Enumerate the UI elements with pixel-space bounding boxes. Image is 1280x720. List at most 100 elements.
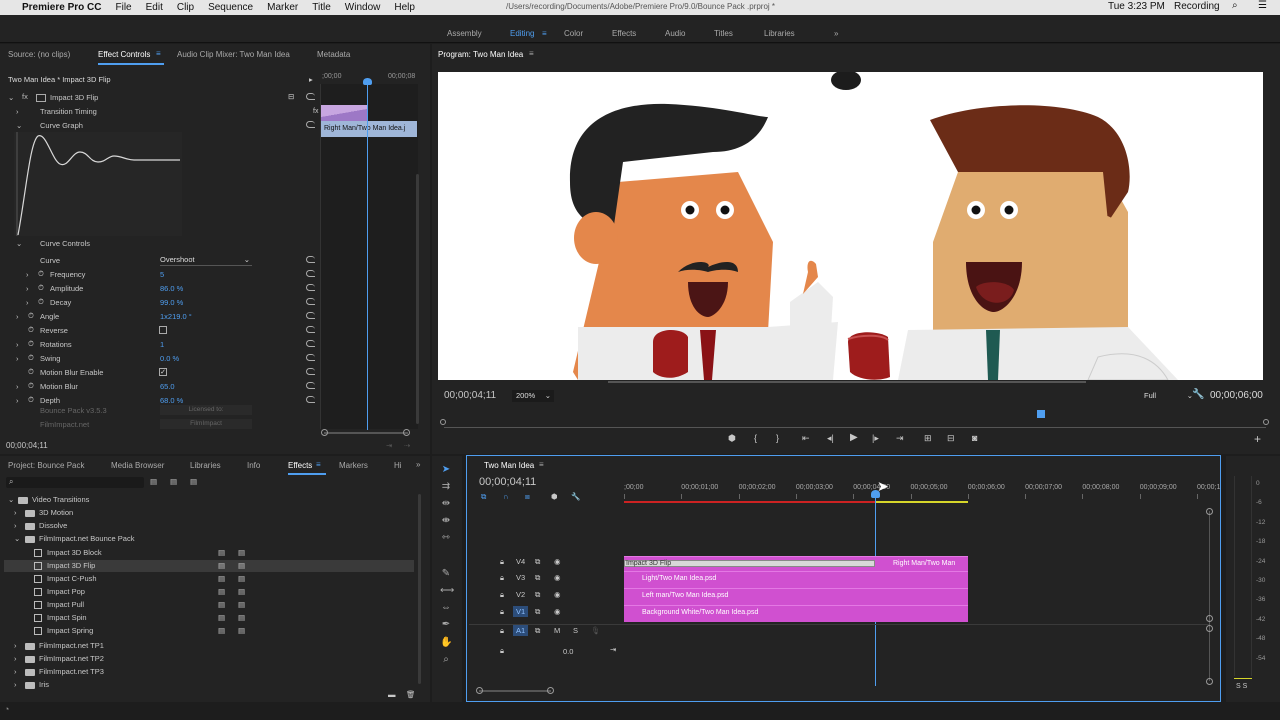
stopwatch-icon[interactable]: ⏱ xyxy=(28,353,34,363)
program-timecode[interactable]: 00;00;04;11 xyxy=(444,390,496,401)
ripple-edit-tool-icon[interactable]: ⇹ xyxy=(440,499,452,509)
eye-icon[interactable]: ◉ xyxy=(554,607,561,616)
tree-twirl-icon[interactable]: › xyxy=(14,667,17,676)
param-twirl-icon[interactable]: › xyxy=(26,298,29,307)
zoom-select[interactable]: 200% ⌄ xyxy=(512,390,554,402)
track-lock-icon[interactable]: 🔒︎ xyxy=(500,573,504,583)
track-select-tool-icon[interactable]: ⇉ xyxy=(440,482,452,492)
marker-icon[interactable]: ⬢ xyxy=(728,433,736,444)
vscroll-handle-2[interactable] xyxy=(1206,615,1213,622)
quality-select[interactable]: Full ⌄ xyxy=(1138,390,1196,402)
track-target-v2[interactable]: V2 xyxy=(513,589,528,600)
stopwatch-icon[interactable]: ⏱ xyxy=(38,269,44,279)
tree-twirl-icon[interactable]: › xyxy=(14,680,17,689)
ws-audio[interactable]: Audio xyxy=(665,29,685,38)
tab-history[interactable]: Hi xyxy=(394,461,402,470)
reset-icon[interactable] xyxy=(306,284,315,291)
rate-stretch-tool-icon[interactable]: ⇿ xyxy=(440,533,452,543)
param-twirl-icon[interactable]: › xyxy=(16,340,19,349)
track-lock-icon[interactable]: 🔒︎ xyxy=(500,557,504,567)
ws-assembly[interactable]: Assembly xyxy=(447,29,482,38)
accelerated-effects-icon[interactable]: ▤ xyxy=(150,477,157,486)
footer-site[interactable]: FilmImpact.net xyxy=(40,420,89,429)
stopwatch-icon[interactable]: ⏱ xyxy=(28,311,34,321)
go-to-end-icon[interactable]: ⇥ xyxy=(610,645,616,654)
sync-lock-icon[interactable]: ⧉ xyxy=(535,607,540,617)
scrub-handle-right[interactable] xyxy=(1263,419,1269,425)
stopwatch-icon[interactable]: ⏱ xyxy=(28,395,34,405)
mini-transition-bar[interactable] xyxy=(321,105,367,121)
ec-timecode[interactable]: 00;00;04;11 xyxy=(6,441,48,450)
track-lock-icon[interactable]: 🔒︎ xyxy=(500,626,504,636)
sync-lock-icon[interactable]: ⧉ xyxy=(535,590,540,600)
effect-item[interactable]: Impact Spin xyxy=(47,613,87,622)
reset-icon[interactable] xyxy=(306,368,315,375)
app-menu[interactable]: Premiere Pro CC xyxy=(22,2,101,13)
folder-tp3[interactable]: FilmImpact.net TP3 xyxy=(39,667,104,676)
timeline-hscroll[interactable] xyxy=(479,690,551,692)
tree-twirl-icon[interactable]: › xyxy=(14,521,17,530)
reset-icon[interactable] xyxy=(306,298,315,305)
delete-icon[interactable]: 🗑 xyxy=(406,690,416,699)
program-menu-icon[interactable]: ≡ xyxy=(529,49,534,58)
tab-info[interactable]: Info xyxy=(247,461,260,470)
stopwatch-icon[interactable]: ⏱ xyxy=(28,325,34,335)
list-icon[interactable]: ☰ xyxy=(1258,0,1267,11)
new-bin-icon[interactable]: ▬ xyxy=(388,690,396,699)
slide-tool-icon[interactable]: ⇔ xyxy=(440,603,452,613)
linked-selection-icon[interactable]: ⧈ xyxy=(525,492,530,502)
meter-solo-labels[interactable]: S S xyxy=(1236,683,1247,690)
mic-icon[interactable]: 🎙 xyxy=(591,626,601,635)
search-icon[interactable]: ⌕ xyxy=(1232,0,1238,11)
menu-help[interactable]: Help xyxy=(394,2,415,13)
mark-in-icon[interactable]: { xyxy=(754,433,757,443)
stopwatch-icon[interactable]: ⏱ xyxy=(38,283,44,293)
tab-markers[interactable]: Markers xyxy=(339,461,368,470)
reset-icon[interactable] xyxy=(306,326,315,333)
mask-icon[interactable]: ⊟ xyxy=(288,92,294,101)
effects-scrollbar[interactable] xyxy=(418,494,421,684)
export-icon[interactable]: ⇥ xyxy=(386,441,392,450)
eye-icon[interactable]: ◉ xyxy=(554,590,561,599)
rolling-edit-tool-icon[interactable]: ⇼ xyxy=(440,516,452,526)
tab-effect-controls[interactable]: Effect Controls xyxy=(98,50,150,59)
ws-menu-icon[interactable]: ≡ xyxy=(542,29,547,38)
selection-tool-icon[interactable]: ➤ xyxy=(440,465,452,475)
reset-icon[interactable] xyxy=(306,354,315,361)
snap-icon[interactable]: ⧉ xyxy=(481,492,486,502)
vscroll-handle-1[interactable] xyxy=(1206,508,1213,515)
effect-item[interactable]: Impact 3D Flip xyxy=(47,561,95,570)
param-twirl-icon[interactable]: › xyxy=(16,396,19,405)
reset-icon[interactable] xyxy=(306,396,315,403)
lift-icon[interactable]: ⊞ xyxy=(924,433,932,444)
param-twirl-icon[interactable]: › xyxy=(26,284,29,293)
program-playhead[interactable] xyxy=(1037,410,1045,418)
twirl-icon[interactable]: ⌄ xyxy=(16,121,22,130)
mini-clip[interactable]: Right Man/Two Man Idea.j xyxy=(321,121,417,137)
settings-wrench-icon[interactable]: 🔧 xyxy=(571,492,580,501)
licensed-button[interactable]: Licensed to: xyxy=(160,405,252,415)
vscroll-handle-3[interactable] xyxy=(1206,625,1213,632)
filmimpact-button[interactable]: FilmImpact xyxy=(160,419,252,429)
razor-tool-icon[interactable]: ✎ xyxy=(440,569,452,579)
eye-icon[interactable]: ◉ xyxy=(554,573,561,582)
slip-tool-icon[interactable]: ⟷ xyxy=(440,586,454,596)
stopwatch-icon[interactable]: ⏱ xyxy=(28,339,34,349)
32bit-effects-icon[interactable]: ▤ xyxy=(170,477,177,486)
motion-blur-checkbox[interactable]: ✓ xyxy=(159,368,167,376)
sync-lock-icon[interactable]: ⧉ xyxy=(535,573,540,583)
add-button-icon[interactable]: + xyxy=(1254,432,1261,446)
sync-lock-icon[interactable]: ⧉ xyxy=(535,626,540,636)
track-target-a1[interactable]: A1 xyxy=(513,625,529,636)
menu-marker[interactable]: Marker xyxy=(267,2,298,13)
param-twirl-icon[interactable]: › xyxy=(16,312,19,321)
yuv-effects-icon[interactable]: ▤ xyxy=(190,477,197,486)
tab-metadata[interactable]: Metadata xyxy=(317,50,350,59)
reset-icon[interactable] xyxy=(306,121,315,128)
param-value[interactable]: 99.0 % xyxy=(160,298,183,307)
reset-icon[interactable] xyxy=(306,382,315,389)
effect-item[interactable]: Impact C-Push xyxy=(47,574,97,583)
zoom-handle-right[interactable] xyxy=(403,429,410,436)
reset-icon[interactable] xyxy=(306,312,315,319)
effects-search-input[interactable]: ⌕ xyxy=(6,477,144,488)
